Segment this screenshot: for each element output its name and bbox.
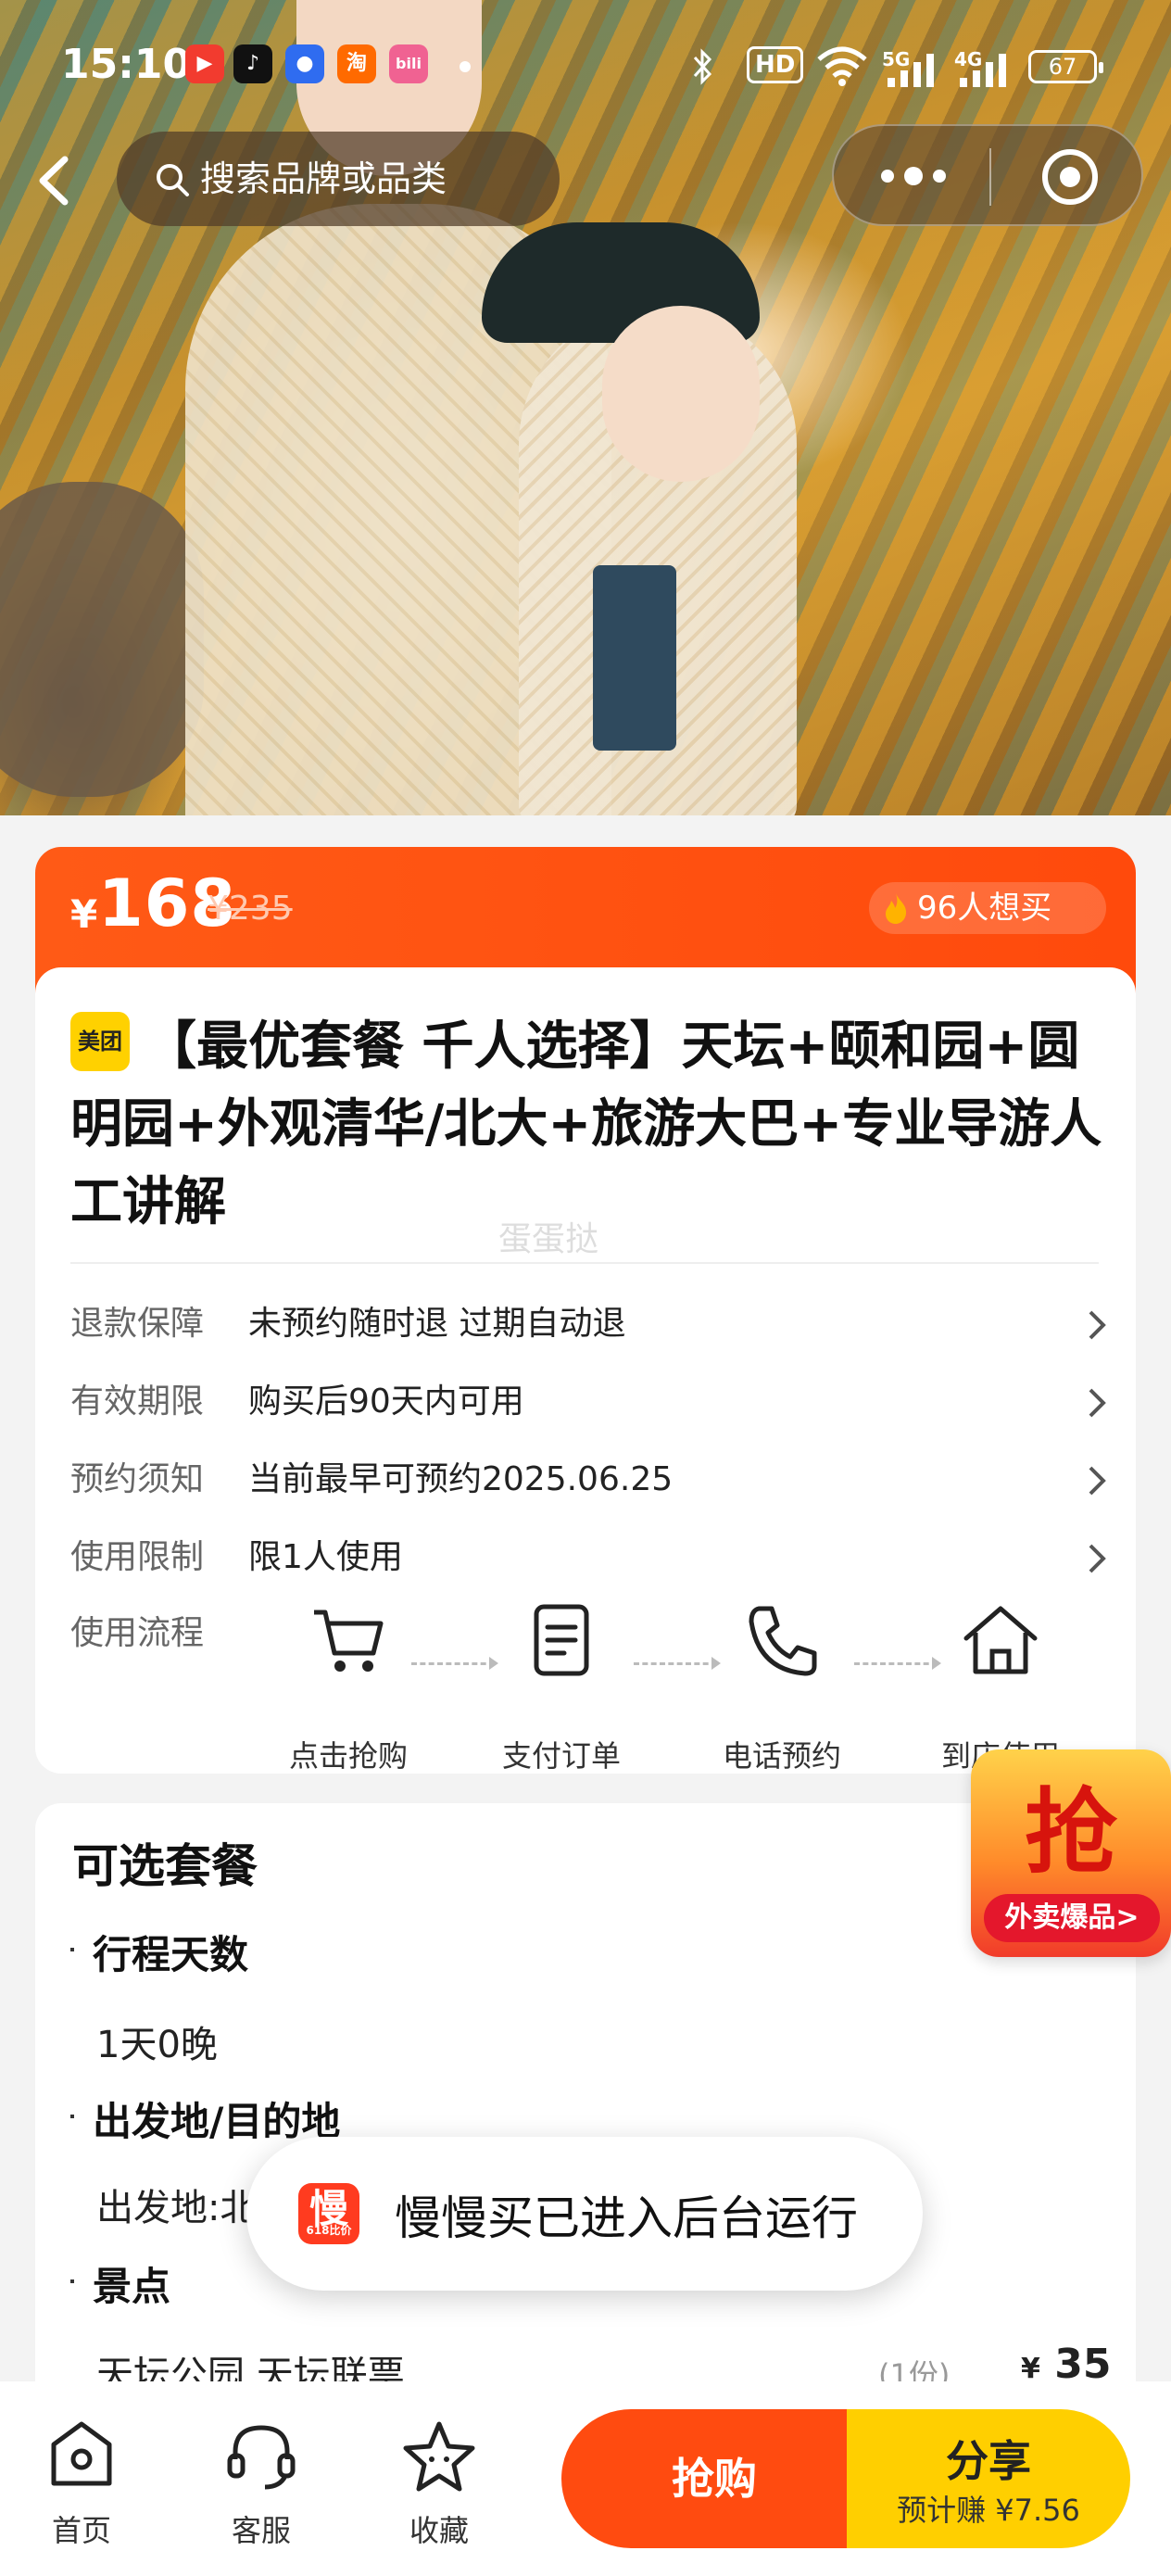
flow-arrow [854, 1657, 941, 1670]
hero-girl-face [602, 306, 760, 482]
product-title: 【最优套餐 千人选择】天坛+颐和园+圆明园+外观清华/北大+旅游大巴+专业导游人… [70, 1017, 1102, 1232]
chevron-right-icon [1089, 1544, 1106, 1573]
headset-icon [227, 2425, 296, 2490]
fire-icon [886, 893, 907, 924]
option-price-currency: ¥ [1021, 2353, 1040, 2385]
info-row-label: 预约须知 [70, 1460, 205, 1498]
tab-home[interactable]: 首页 [26, 2418, 137, 2548]
tab-label: 收藏 [409, 2513, 469, 2548]
info-row-label: 使用限制 [70, 1538, 205, 1576]
mini-program-capsule [832, 124, 1143, 226]
hero-book [593, 565, 676, 751]
chevron-right-icon [1089, 1310, 1106, 1340]
buy-now-button[interactable]: 抢购 [561, 2409, 867, 2548]
chevron-right-icon [1089, 1466, 1106, 1496]
tab-label: 首页 [51, 2513, 111, 2548]
product-info-card: 美团 【最优套餐 千人选择】天坛+颐和园+圆明园+外观清华/北大+旅游大巴+专业… [35, 967, 1136, 1774]
signal-icon-1 [888, 54, 934, 87]
share-earn-estimate: 预计赚 ¥7.56 [897, 2493, 1080, 2528]
app-icon-blue: ● [285, 44, 324, 83]
bottom-action-bar: 首页 客服 收藏 抢购 分享 预计赚 ¥7.56 [0, 2381, 1171, 2576]
document-icon [534, 1604, 589, 1676]
takeout-promo-float[interactable]: 抢 外卖爆品> [971, 1749, 1171, 1957]
original-price: ¥235 [208, 890, 293, 928]
info-row-value: 当前最早可预约2025.06.25 [248, 1460, 674, 1498]
phone-icon [749, 1606, 817, 1676]
price-currency: ¥ [70, 891, 98, 937]
info-row-label: 有效期限 [70, 1383, 205, 1421]
mini-program-close-icon[interactable] [1039, 146, 1101, 208]
flow-step-label: 支付订单 [501, 1738, 621, 1774]
share-button[interactable]: 分享 预计赚 ¥7.56 [847, 2409, 1130, 2548]
signal-icon-2 [960, 54, 1006, 87]
hero-rock [0, 482, 204, 797]
home-icon [963, 1606, 1038, 1674]
home-tab-icon [51, 2421, 112, 2486]
option-chip[interactable]: 1天0晚 [96, 2014, 218, 2068]
flow-step-label: 电话预约 [722, 1738, 841, 1774]
watermark-text: 蛋蛋挞 [498, 1220, 599, 1258]
info-row-limit[interactable]: 使用限制 限1人使用 [70, 1525, 1117, 1590]
status-bar: 15:10 ▶ ♪ ● 淘 bili HD 5G 4G 67 [0, 0, 1171, 139]
tiktok-icon: ♪ [233, 44, 272, 83]
toast-notification: 慢 618比价 慢慢买已进入后台运行 [246, 2137, 923, 2291]
want-count-text: 96人想买 [917, 890, 1052, 927]
search-placeholder: 搜索品牌或品类 [200, 158, 447, 199]
divider [70, 1262, 1099, 1264]
info-row-value: 限1人使用 [248, 1538, 403, 1576]
status-time: 15:10 [61, 41, 192, 88]
info-row-value: 购买后90天内可用 [248, 1383, 524, 1421]
promo-pill: 外卖爆品> [984, 1894, 1160, 1942]
wifi-icon [817, 46, 867, 86]
promo-big-char: 抢 [1025, 1778, 1117, 1887]
search-input[interactable]: 搜索品牌或品类 [117, 132, 560, 226]
chevron-right-icon [1089, 1388, 1106, 1418]
info-row-label: 退款保障 [70, 1305, 205, 1343]
search-icon [157, 164, 189, 196]
notification-dot [460, 61, 471, 72]
bilibili-icon: bili [389, 44, 428, 83]
options-section-heading: 行程天数 [69, 1924, 248, 1980]
options-title: 可选套餐 [72, 1839, 258, 1893]
tab-favorite[interactable]: 收藏 [384, 2418, 495, 2548]
hd-badge: HD [747, 46, 804, 83]
share-label: 分享 [946, 2436, 1031, 2486]
taobao-icon: 淘 [337, 44, 376, 83]
flow-arrow [411, 1657, 498, 1670]
want-count-badge: 96人想买 [869, 882, 1106, 934]
tab-customer-service[interactable]: 客服 [206, 2418, 317, 2548]
back-icon[interactable] [28, 148, 83, 213]
toast-text: 慢慢买已进入后台运行 [395, 2191, 858, 2245]
page: { "status_bar": { "time": "15:10", "batt… [0, 0, 1171, 2576]
app-icon-red: ▶ [185, 44, 224, 83]
capsule-separator [989, 148, 991, 206]
cart-icon [314, 1610, 384, 1672]
battery-icon: 67 [1028, 50, 1103, 83]
manmanmai-app-icon: 慢 618比价 [298, 2183, 359, 2244]
flow-arrow [634, 1657, 721, 1670]
info-row-validity[interactable]: 有效期限 购买后90天内可用 [70, 1370, 1117, 1434]
flow-step-label: 点击抢购 [288, 1738, 408, 1774]
app-icon-sub: 618比价 [306, 2224, 352, 2237]
options-section-heading: 景点 [69, 2255, 170, 2312]
info-row-refund[interactable]: 退款保障 未预约随时退 过期自动退 [70, 1292, 1117, 1357]
bluetooth-icon [693, 48, 712, 85]
star-icon [403, 2421, 475, 2492]
info-row-booking[interactable]: 预约须知 当前最早可预约2025.06.25 [70, 1447, 1117, 1512]
tab-label: 客服 [231, 2513, 291, 2548]
option-chip[interactable]: 出发地:北 [96, 2178, 257, 2231]
more-dots-icon[interactable] [876, 158, 951, 195]
info-row-value: 未预约随时退 过期自动退 [248, 1305, 626, 1343]
